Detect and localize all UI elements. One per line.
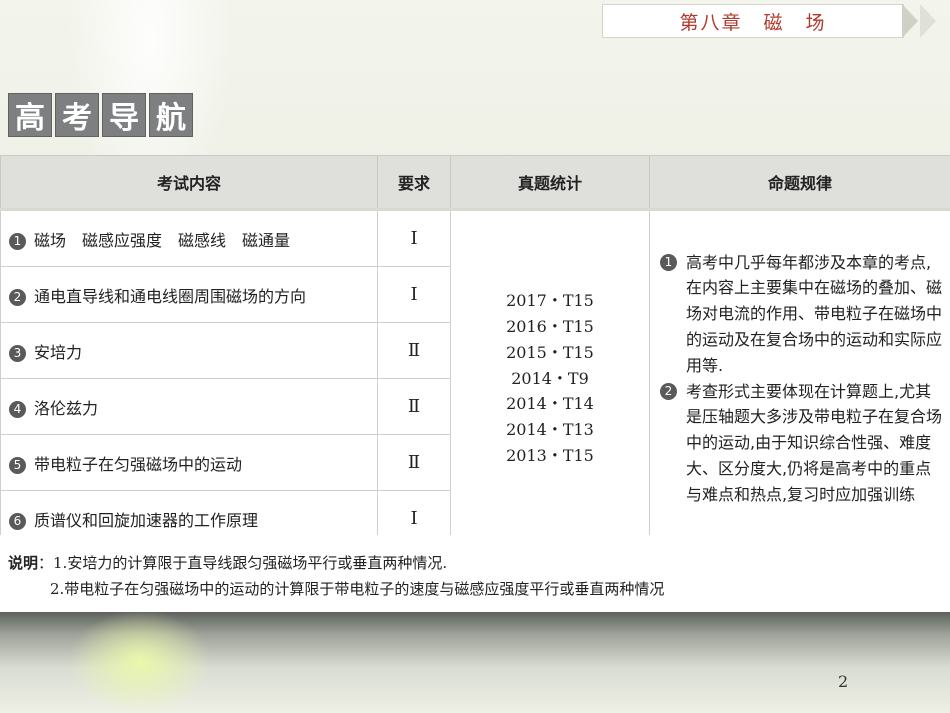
rule-item: 1 高考中几乎每年都涉及本章的考点,在内容上主要集中在磁场的叠加、磁场对电流的作…	[660, 250, 942, 379]
table-header-row: 考试内容 要求 真题统计 命题规律	[0, 155, 950, 211]
section-title: 高 考 导 航	[8, 93, 193, 137]
rule-text: 高考中几乎每年都涉及本章的考点,在内容上主要集中在磁场的叠加、磁场对电流的作用、…	[686, 252, 943, 375]
chapter-title: 第八章 磁 场	[679, 11, 827, 34]
stat-item: 2017・T15	[506, 291, 594, 311]
content-text: 磁场 磁感应强度 磁感线 磁通量	[34, 230, 291, 250]
note-line-2: 2.带电粒子在匀强磁场中的运动的计算限于带电粒子的速度与磁感应强度平行或垂直两种…	[50, 580, 665, 598]
rules-cell: 1 高考中几乎每年都涉及本章的考点,在内容上主要集中在磁场的叠加、磁场对电流的作…	[649, 209, 950, 547]
requirement-cell: Ⅱ	[377, 378, 451, 435]
content-cell: 1 磁场 磁感应强度 磁感线 磁通量	[0, 209, 378, 267]
number-badge: 5	[9, 456, 26, 474]
requirement-cell: Ⅱ	[377, 434, 451, 491]
section-title-char: 考	[55, 93, 99, 137]
rule-item: 2 考查形式主要体现在计算题上,尤其是压轴题大多涉及带电粒子在复合场中的运动,由…	[660, 379, 942, 508]
note-text-1: ：1.安培力的计算限于直导线跟匀强磁场平行或垂直两种情况.	[38, 554, 448, 572]
notes-box: 说明：1.安培力的计算限于直导线跟匀强磁场平行或垂直两种情况. 2.带电粒子在匀…	[0, 535, 950, 612]
number-badge: 4	[9, 400, 26, 418]
section-title-char: 导	[102, 93, 146, 137]
note-line-1: 说明：1.安培力的计算限于直导线跟匀强磁场平行或垂直两种情况.	[8, 552, 447, 573]
content-text: 通电直导线和通电线圈周围磁场的方向	[34, 286, 307, 306]
bottom-glow	[45, 612, 235, 713]
content-cell: 4 洛伦兹力	[0, 378, 378, 435]
chevron-right-icon	[920, 4, 936, 38]
section-title-char: 航	[149, 93, 193, 137]
number-badge: 3	[9, 344, 26, 362]
content-text: 洛伦兹力	[34, 398, 99, 418]
rule-text: 考查形式主要体现在计算题上,尤其是压轴题大多涉及带电粒子在复合场中的运动,由于知…	[686, 381, 943, 504]
number-badge: 1	[9, 232, 26, 250]
header-requirement: 要求	[377, 155, 451, 211]
content-text: 安培力	[34, 342, 83, 362]
stat-item: 2016・T15	[506, 317, 594, 336]
header-stats: 真题统计	[450, 155, 650, 211]
stat-item: 2015・T15	[506, 342, 594, 362]
chevron-right-icon	[902, 4, 918, 38]
exam-table: 考试内容 要求 真题统计 命题规律 1 磁场 磁感应强度 磁感线 磁通量 Ⅰ 20…	[0, 155, 950, 547]
page-number: 2	[838, 672, 849, 691]
requirement-cell: Ⅰ	[377, 266, 451, 323]
header-content: 考试内容	[0, 155, 378, 211]
content-text: 带电粒子在匀强磁场中的运动	[34, 454, 243, 474]
requirement-cell: Ⅱ	[377, 322, 451, 379]
chapter-tab: 第八章 磁 场	[602, 4, 904, 38]
header-rules: 命题规律	[649, 155, 950, 211]
table-row: 1 磁场 磁感应强度 磁感线 磁通量 Ⅰ 2017・T15 2016・T15 20…	[0, 209, 950, 547]
stat-item: 2014・T14	[506, 394, 594, 414]
requirement-cell: Ⅰ	[377, 209, 451, 267]
note-lead: 说明	[8, 554, 39, 572]
stat-item: 2014・T9	[511, 368, 589, 388]
number-badge: 2	[660, 382, 677, 400]
content-text: 质谱仪和回旋加速器的工作原理	[34, 510, 259, 530]
content-cell: 2 通电直导线和通电线圈周围磁场的方向	[0, 266, 378, 323]
number-badge: 2	[9, 288, 26, 306]
stat-item: 2013・T15	[506, 445, 594, 465]
content-cell: 3 安培力	[0, 322, 378, 379]
number-badge: 1	[660, 253, 677, 271]
content-cell: 5 带电粒子在匀强磁场中的运动	[0, 434, 378, 491]
section-title-char: 高	[8, 93, 52, 137]
number-badge: 6	[9, 512, 26, 530]
stats-cell: 2017・T15 2016・T15 2015・T15 2014・T9 2014・…	[450, 209, 650, 547]
stat-item: 2014・T13	[506, 420, 594, 440]
